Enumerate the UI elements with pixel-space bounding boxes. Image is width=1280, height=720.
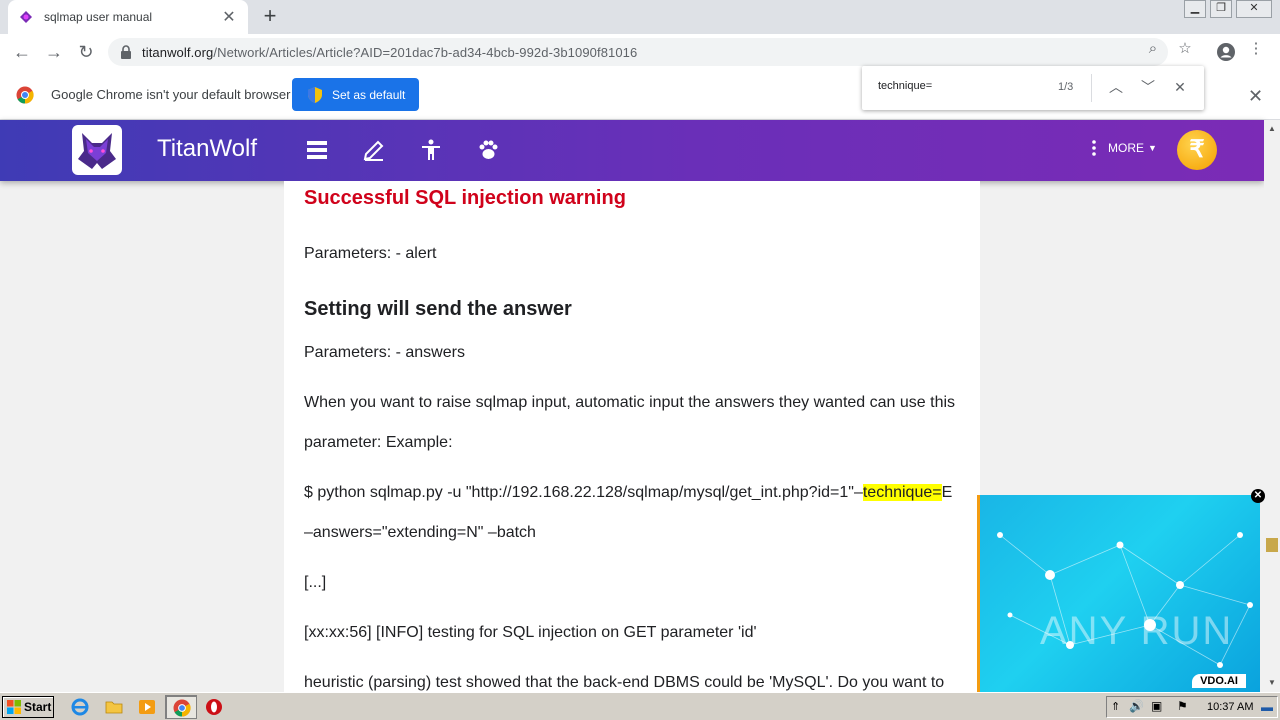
tab-close-icon[interactable]: ✕	[220, 7, 238, 27]
pencil-icon[interactable]	[362, 138, 386, 162]
paw-icon[interactable]	[476, 138, 500, 162]
chrome-taskbar-button[interactable]	[165, 695, 197, 719]
find-close-icon[interactable]: ✕	[1170, 77, 1190, 97]
section-heading-warning: Successful SQL injection warning	[304, 187, 626, 209]
chrome-menu-icon[interactable]: ⋮	[1247, 40, 1265, 58]
site-brand[interactable]: TitanWolf	[157, 135, 257, 163]
scroll-up-icon[interactable]: ▲	[1268, 124, 1276, 133]
coin-icon[interactable]: ₹	[1177, 130, 1217, 170]
caret-down-icon: ▼	[1148, 143, 1157, 153]
find-match-count: 1/3	[1058, 81, 1074, 93]
internet-explorer-icon[interactable]	[71, 698, 89, 716]
find-in-page-icon[interactable]: ⌕	[1144, 40, 1162, 58]
network-graphic	[997, 532, 1253, 668]
find-input[interactable]: technique=	[878, 80, 932, 92]
find-previous-icon[interactable]: ︿	[1106, 77, 1126, 97]
lock-icon	[121, 45, 131, 59]
volume-icon[interactable]: 🔊	[1129, 699, 1144, 713]
uac-shield-icon	[308, 86, 322, 103]
media-player-icon[interactable]	[138, 698, 156, 716]
back-arrow-icon[interactable]: ←	[10, 40, 34, 64]
accessibility-icon[interactable]	[419, 138, 443, 162]
ad-close-icon[interactable]: ✕	[1251, 489, 1265, 503]
command-line2: –answers="extending=N" –batch	[304, 524, 536, 541]
chrome-taskbar-icon	[173, 699, 191, 717]
browser-toolbar: ← → ↻ titanwolf.org/Network/Articles/Art…	[0, 34, 1280, 70]
set-default-button[interactable]: Set as default	[292, 78, 419, 111]
paragraph-alert: Parameters: - alert	[304, 245, 437, 262]
network-icon[interactable]: ▣	[1151, 699, 1162, 713]
show-desktop-icon[interactable]: ▬	[1261, 700, 1273, 714]
minimize-button[interactable]: ▁	[1184, 0, 1206, 18]
infobar-message: Google Chrome isn't your default browser	[51, 87, 291, 102]
sqlmap-favicon-icon	[20, 11, 32, 23]
section-heading-answer: Setting will send the answer	[304, 298, 572, 320]
browser-tab[interactable]: sqlmap user manual ✕	[8, 0, 248, 34]
reload-icon[interactable]: ↻	[74, 40, 98, 64]
ellipsis-line: [...]	[304, 574, 327, 591]
restore-button[interactable]: ❐	[1210, 0, 1232, 18]
paragraph-description-line2: parameter: Example:	[304, 434, 453, 451]
wolf-logo-icon	[78, 133, 116, 169]
article-content: Successful SQL injection warning Paramet…	[284, 181, 980, 692]
profile-avatar-icon[interactable]	[1216, 42, 1236, 62]
forward-arrow-icon[interactable]: →	[42, 40, 66, 64]
opera-icon[interactable]	[205, 698, 223, 716]
kebab-icon	[1092, 140, 1096, 156]
more-label: MORE	[1108, 141, 1144, 155]
url-text: titanwolf.org/Network/Articles/Article?A…	[142, 44, 638, 60]
set-default-label: Set as default	[332, 87, 406, 102]
start-button[interactable]: Start	[2, 696, 54, 718]
tab-strip: sqlmap user manual ✕ + ▁ ❐ ✕	[0, 0, 1280, 34]
action-center-flag-icon[interactable]: ⚑	[1177, 699, 1188, 713]
windows-flag-icon	[7, 700, 21, 714]
titanwolf-logo[interactable]	[72, 125, 122, 175]
heuristic-line: heuristic (parsing) test showed that the…	[304, 674, 945, 691]
command-line1: $ python sqlmap.py -u "http://192.168.22…	[304, 484, 953, 501]
infobar-close-icon[interactable]: ✕	[1248, 86, 1263, 107]
site-header: TitanWolf MORE ▼ ₹	[0, 120, 1264, 181]
more-menu[interactable]: MORE ▼	[1092, 140, 1157, 156]
folder-icon[interactable]	[105, 698, 123, 716]
start-label: Start	[24, 700, 52, 714]
tray-expand-icon[interactable]: ⇑	[1111, 700, 1120, 713]
tab-title: sqlmap user manual	[44, 10, 153, 24]
find-highlight: technique=	[862, 484, 942, 501]
find-bar: technique= 1/3 ︿ ﹀ ✕	[862, 66, 1204, 110]
window-close-button[interactable]: ✕	[1236, 0, 1272, 18]
windows-taskbar: Start ⇑ 🔊 ▣ ⚑ ▬ 10:37 AM	[0, 692, 1280, 720]
find-separator	[1091, 74, 1092, 102]
find-next-icon[interactable]: ﹀	[1138, 77, 1158, 97]
address-bar[interactable]: titanwolf.org/Network/Articles/Article?A…	[108, 38, 1168, 66]
video-ad[interactable]: ANY RUN VDO.AI	[977, 495, 1260, 692]
new-tab-button[interactable]: +	[258, 4, 282, 28]
bookmark-star-icon[interactable]: ☆	[1176, 40, 1194, 58]
log-line: [xx:xx:56] [INFO] testing for SQL inject…	[304, 624, 757, 641]
anyrun-watermark: ANY RUN	[1040, 609, 1234, 653]
vdo-badge: VDO.AI	[1192, 674, 1246, 688]
list-icon[interactable]	[305, 138, 329, 162]
paragraph-answers: Parameters: - answers	[304, 344, 465, 361]
scroll-down-icon[interactable]: ▼	[1268, 678, 1276, 687]
scroll-thumb[interactable]	[1266, 538, 1278, 552]
chrome-logo-icon	[16, 86, 34, 104]
paragraph-description-line1: When you want to raise sqlmap input, aut…	[304, 394, 956, 411]
clock: 10:37 AM	[1207, 701, 1254, 713]
page-scrollbar[interactable]: ▲ ▼	[1264, 120, 1280, 692]
